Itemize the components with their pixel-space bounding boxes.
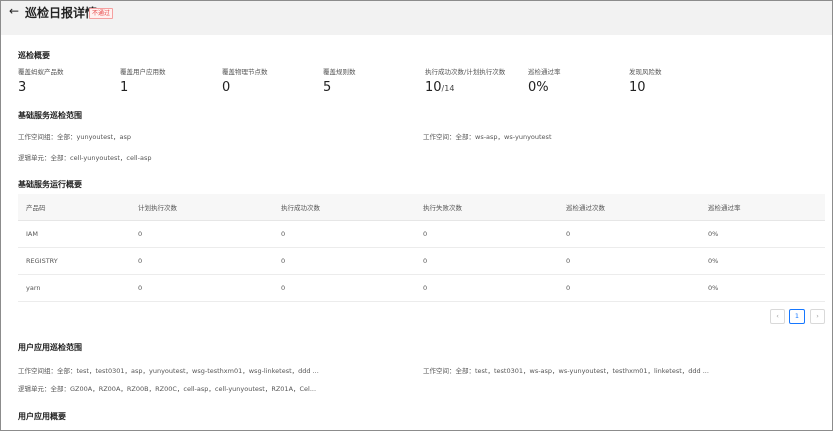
table-cell: 0 [273,247,415,275]
metric-value: 10 [629,80,646,95]
column-header: 巡检通过次数 [558,194,700,221]
basic-run-title: 基础服务运行概要 [18,180,82,189]
user-scope-title: 用户应用巡检范围 [18,343,82,352]
table-cell: REGISTRY [18,247,130,275]
pagination-page-button[interactable]: 1 [789,309,805,324]
table-cell: 0 [415,247,558,275]
metric-pass-rate: 巡检通过率 0% [528,66,561,95]
metric-label: 覆盖用户应用数 [120,68,166,76]
metric-label: 覆盖蚂蚁产品数 [18,68,64,76]
table-cell: 0 [415,220,558,248]
metric-value: 1 [120,80,129,95]
basic-scope-workspace-group: 工作空间组：全部：yunyoutest，asp [18,133,132,141]
basic-run-table: 产品码 计划执行次数 执行成功次数 执行失败次数 巡检通过次数 巡检通过率 IA… [18,194,825,302]
basic-scope-workspace: 工作空间：全部：ws-asp，ws-yunyoutest [423,133,552,141]
table-cell: IAM [18,220,130,248]
table-cell: 0 [558,247,700,275]
back-arrow-icon[interactable]: ← [9,4,19,18]
metric-products: 覆盖蚂蚁产品数 3 [18,66,64,95]
table-cell: 0 [558,220,700,248]
metric-value-denominator: /14 [441,84,455,93]
metric-rules: 覆盖规则数 5 [323,66,356,95]
column-header: 产品码 [18,194,130,221]
status-badge: 不通过 [89,8,114,19]
user-scope-workspace: 工作空间：全部：test，test0301，ws-asp，ws-yunyoute… [423,367,709,375]
table-cell: 0 [273,274,415,302]
header-divider [1,29,832,35]
table-header-row: 产品码 计划执行次数 执行成功次数 执行失败次数 巡检通过次数 巡检通过率 [18,194,825,221]
column-header: 巡检通过率 [700,194,825,221]
detail-page: ← 巡检日报详情 不通过 巡检概要 覆盖蚂蚁产品数 3 覆盖用户应用数 1 覆盖… [0,0,833,431]
basic-scope-logic-unit: 逻辑单元：全部：cell-yunyoutest，cell-asp [18,154,152,162]
pagination-prev-button[interactable]: ‹ [770,309,785,324]
metric-user-apps: 覆盖用户应用数 1 [120,66,166,95]
table-cell: 0 [130,274,273,302]
table-cell: 0% [700,274,825,302]
column-header: 计划执行次数 [130,194,273,221]
page-header: ← 巡检日报详情 不通过 [1,1,832,29]
column-header: 执行失败次数 [415,194,558,221]
metric-label: 覆盖规则数 [323,68,356,76]
metric-label: 发现风险数 [629,68,662,76]
table-cell: 0 [130,220,273,248]
page-title: 巡检日报详情 [25,6,98,20]
table-cell: 0% [700,220,825,248]
metric-label: 巡检通过率 [528,68,561,76]
metric-value: 0 [222,80,231,95]
metric-value-main: 10 [425,80,442,95]
table-row: IAM 0 0 0 0 0% [18,220,825,248]
metric-label: 覆盖物理节点数 [222,68,268,76]
user-overview-title: 用户应用概要 [18,412,66,421]
table-cell: 0 [130,247,273,275]
metric-label: 执行成功次数/计划执行次数 [425,68,506,76]
basic-scope-title: 基础服务巡检范围 [18,111,82,120]
metric-value: 5 [323,80,332,95]
metric-exec-success: 执行成功次数/计划执行次数 10/14 [425,66,505,95]
user-scope-workspace-group: 工作空间组：全部：test，test0301，asp，yunyoutest，ws… [18,367,319,375]
overview-title: 巡检概要 [18,51,50,60]
user-scope-logic-unit: 逻辑单元：全部：GZ00A，RZ00A，RZ00B，RZ00C，cell-asp… [18,385,317,393]
metric-value: 3 [18,80,27,95]
metric-risks: 发现风险数 10 [629,66,662,95]
column-header: 执行成功次数 [273,194,415,221]
table-cell: 0% [700,247,825,275]
pagination-next-button[interactable]: › [810,309,825,324]
table-cell: 0 [273,220,415,248]
metric-physical-nodes: 覆盖物理节点数 0 [222,66,268,95]
table-row: yarn 0 0 0 0 0% [18,274,825,302]
table-cell: 0 [415,274,558,302]
metric-value: 10/14 [425,80,505,95]
metric-value: 0% [528,80,549,95]
table-row: REGISTRY 0 0 0 0 0% [18,247,825,275]
table-cell: 0 [558,274,700,302]
table-cell: yarn [18,274,130,302]
